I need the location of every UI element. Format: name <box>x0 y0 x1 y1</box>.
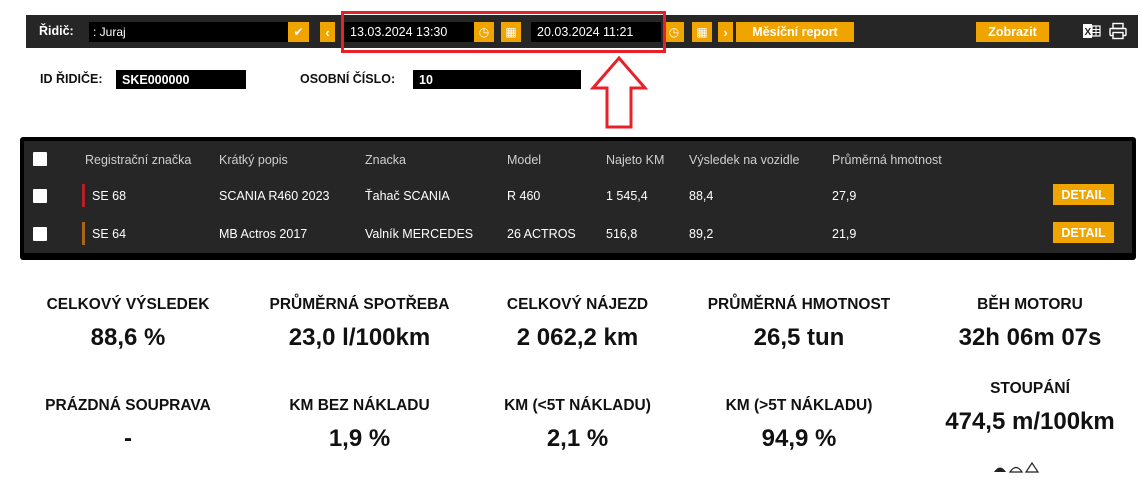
kpi-value: 2 062,2 km <box>516 324 639 351</box>
kpi-value: 26,5 tun <box>753 324 845 351</box>
kpi-value: 32h 06m 07s <box>958 324 1102 351</box>
kpi-label: KM (<5T NÁKLADU) <box>504 397 651 414</box>
model-cell: 26 ACTROS <box>507 227 576 241</box>
kpi-value: 474,5 m/100km <box>945 408 1115 435</box>
weight-cell: 21,9 <box>832 227 857 241</box>
kpi-value: 23,0 l/100km <box>288 324 431 351</box>
table-header: Registrační značka Krátký popis Znacka M… <box>24 141 1132 177</box>
detail-button[interactable]: DETAIL <box>1053 222 1114 243</box>
monthly-report-button[interactable]: Měsíční report <box>736 22 854 42</box>
row-checkbox[interactable] <box>33 189 47 203</box>
chevron-right-icon: › <box>723 24 728 40</box>
mileage-cell: 1 545,4 <box>606 189 648 203</box>
column-header[interactable]: Najeto KM <box>606 153 664 167</box>
previous-period-button[interactable]: ‹ <box>320 22 335 42</box>
vehicle-color-marker <box>82 222 85 245</box>
column-header[interactable]: Krátký popis <box>219 153 288 167</box>
kpi-label: STOUPÁNÍ <box>990 380 1070 397</box>
driver-id-label: ID ŘIDIČE: <box>40 72 103 86</box>
column-header[interactable]: Model <box>507 153 541 167</box>
kpi-label: CELKOVÝ NÁJEZD <box>506 296 649 313</box>
excel-icon[interactable]: X <box>1082 21 1102 41</box>
row-checkbox[interactable] <box>33 227 47 241</box>
calendar-icon: ▦ <box>696 25 708 39</box>
kpi-value: 94,9 % <box>761 425 837 452</box>
kpi-total-distance: CELKOVÝ NÁJEZD 2 062,2 km <box>480 296 675 352</box>
kpi-value: 2,1 % <box>546 425 609 452</box>
kpi-value: 1,9 % <box>328 425 391 452</box>
kpi-label: BĚH MOTORU <box>977 296 1083 313</box>
column-header[interactable]: Výsledek na vozidle <box>689 153 799 167</box>
date-range-highlight <box>341 11 666 53</box>
column-header[interactable]: Průměrná hmotnost <box>832 153 942 167</box>
kpi-empty-trailer: PRÁZDNÁ SOUPRAVA - <box>18 397 238 453</box>
table-row[interactable]: SE 68 SCANIA R460 2023 Ťahač SCANIA R 46… <box>24 177 1132 215</box>
table-row[interactable]: SE 64 MB Actros 2017 Valník MERCEDES 26 … <box>24 215 1132 253</box>
kpi-label: CELKOVÝ VÝSLEDEK <box>46 296 210 313</box>
result-cell: 89,2 <box>689 227 714 241</box>
registration-cell: SE 64 <box>92 227 127 241</box>
weight-cell: 27,9 <box>832 189 857 203</box>
kpi-climbing: STOUPÁNÍ 474,5 m/100km <box>915 380 1145 436</box>
kpi-value: 88,6 % <box>90 324 166 351</box>
personal-number-label: OSOBNÍ ČÍSLO: <box>300 72 396 86</box>
terrain-icon <box>994 461 1040 473</box>
clock-icon: ◷ <box>668 25 680 39</box>
kpi-label: PRŮMĚRNÁ HMOTNOST <box>707 296 891 313</box>
kpi-total-result: CELKOVÝ VÝSLEDEK 88,6 % <box>18 296 238 352</box>
mileage-cell: 516,8 <box>606 227 638 241</box>
short-description-cell: SCANIA R460 2023 <box>219 189 330 203</box>
kpi-km-over-5t: KM (>5T NÁKLADU) 94,9 % <box>680 397 918 453</box>
chevron-down-icon: ✔ <box>293 25 304 39</box>
kpi-average-weight: PRŮMĚRNÁ HMOTNOST 26,5 tun <box>680 296 918 352</box>
model-cell: R 460 <box>507 189 541 203</box>
kpi-label: KM BEZ NÁKLADU <box>289 397 430 414</box>
column-header[interactable]: Registrační značka <box>85 153 191 167</box>
driver-label: Řidič: <box>39 24 74 38</box>
kpi-label: PRÁZDNÁ SOUPRAVA <box>45 397 211 414</box>
detail-button[interactable]: DETAIL <box>1053 184 1114 205</box>
kpi-label: PRŮMĚRNÁ SPOTŘEBA <box>269 296 450 313</box>
column-header[interactable]: Znacka <box>365 153 406 167</box>
date-to-calendar-button[interactable]: ▦ <box>692 22 712 42</box>
result-cell: 88,4 <box>689 189 714 203</box>
arrow-up-icon <box>590 55 648 129</box>
time-to-button[interactable]: ◷ <box>664 22 684 42</box>
brand-cell: Ťahač SCANIA <box>365 189 450 203</box>
kpi-km-without-load: KM BEZ NÁKLADU 1,9 % <box>243 397 476 453</box>
short-description-cell: MB Actros 2017 <box>219 227 308 241</box>
vehicle-table: Registrační značka Krátký popis Znacka M… <box>20 137 1136 260</box>
driver-dropdown-button[interactable]: ✔ <box>288 22 309 42</box>
personal-number-value: 10 <box>413 70 581 89</box>
brand-cell: Valník MERCEDES <box>365 227 474 241</box>
kpi-km-under-5t: KM (<5T NÁKLADU) 2,1 % <box>480 397 675 453</box>
vehicle-color-marker <box>82 184 85 207</box>
print-icon[interactable] <box>1108 21 1128 41</box>
next-period-button[interactable]: › <box>718 22 733 42</box>
driver-select[interactable]: : Juraj <box>89 22 309 42</box>
chevron-left-icon: ‹ <box>325 24 330 40</box>
svg-text:X: X <box>1085 27 1092 38</box>
kpi-label: KM (>5T NÁKLADU) <box>725 397 873 414</box>
kpi-value: - <box>124 425 132 452</box>
driver-id-value: SKE000000 <box>116 70 246 89</box>
registration-cell: SE 68 <box>92 189 127 203</box>
kpi-average-consumption: PRŮMĚRNÁ SPOTŘEBA 23,0 l/100km <box>243 296 476 352</box>
kpi-engine-runtime: BĚH MOTORU 32h 06m 07s <box>930 296 1130 352</box>
show-button[interactable]: Zobrazit <box>976 22 1049 42</box>
select-all-checkbox[interactable] <box>33 152 47 166</box>
